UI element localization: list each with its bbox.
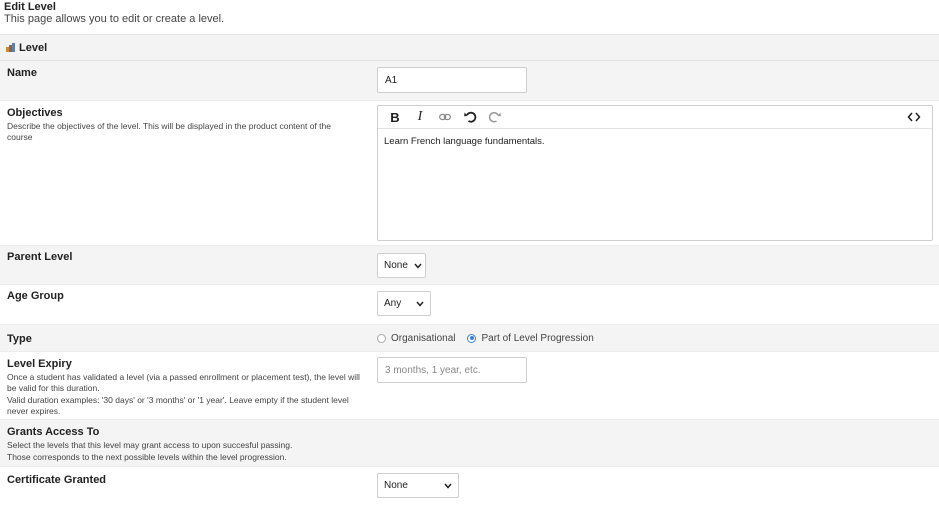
italic-button[interactable]: I xyxy=(409,107,431,127)
redo-icon[interactable] xyxy=(484,107,506,127)
grants-access-label: Grants Access To xyxy=(7,426,100,438)
type-option-label: Part of Level Progression xyxy=(481,332,594,344)
level-form: Level Name A1 Objectives Describe the ob… xyxy=(0,34,939,507)
level-icon xyxy=(6,43,15,52)
type-row: Type Organisational Part of Level Progre… xyxy=(0,325,939,352)
level-expiry-examples: Valid duration examples: '30 days' or '3… xyxy=(7,395,349,416)
age-group-row: Age Group Any xyxy=(0,285,939,325)
certificate-select[interactable]: None xyxy=(377,473,459,498)
undo-icon[interactable] xyxy=(459,107,481,127)
name-input[interactable]: A1 xyxy=(377,67,527,93)
name-label: Name xyxy=(7,67,37,79)
level-expiry-row: Level Expiry Once a student has validate… xyxy=(0,352,939,420)
editor-content[interactable]: Learn French language fundamentals. xyxy=(378,129,932,154)
parent-level-select[interactable]: None xyxy=(377,253,426,278)
parent-level-value: None xyxy=(384,260,408,271)
parent-level-row: Parent Level None xyxy=(0,246,939,285)
type-label: Type xyxy=(7,333,32,345)
objectives-editor[interactable]: B I Learn French language fundamentals. xyxy=(377,105,933,241)
radio-unchecked-icon xyxy=(377,333,386,343)
code-view-icon[interactable] xyxy=(903,107,925,127)
objectives-help: Describe the objectives of the level. Th… xyxy=(7,121,331,142)
chevron-down-icon xyxy=(414,263,422,269)
certificate-value: None xyxy=(384,480,408,491)
type-radio-group: Organisational Part of Level Progression xyxy=(377,325,939,351)
page-subtitle: This page allows you to edit or create a… xyxy=(4,13,225,25)
section-header: Level xyxy=(0,34,939,61)
certificate-label: Certificate Granted xyxy=(7,474,107,486)
radio-checked-icon xyxy=(467,333,477,343)
grants-access-row: Grants Access To Select the levels that … xyxy=(0,420,939,467)
grants-access-help-2: Those corresponds to the next possible l… xyxy=(7,452,287,462)
level-expiry-input[interactable]: 3 months, 1 year, etc. xyxy=(377,357,527,383)
age-group-label: Age Group xyxy=(7,290,64,302)
certificate-row: Certificate Granted None xyxy=(0,467,939,507)
objectives-label: Objectives xyxy=(7,107,63,119)
page-title: Edit Level xyxy=(4,1,56,13)
type-option-label: Organisational xyxy=(391,332,456,344)
page-header: Edit Level This page allows you to edit … xyxy=(0,0,939,34)
name-row: Name A1 xyxy=(0,61,939,101)
type-option-organisational[interactable]: Organisational xyxy=(377,333,455,344)
age-group-select[interactable]: Any xyxy=(377,291,431,316)
chevron-down-icon xyxy=(444,483,452,489)
bold-button[interactable]: B xyxy=(384,107,406,127)
objectives-row: Objectives Describe the objectives of th… xyxy=(0,101,939,246)
age-group-value: Any xyxy=(384,298,402,309)
section-title: Level xyxy=(19,41,48,54)
chevron-down-icon xyxy=(416,301,424,307)
link-icon[interactable] xyxy=(434,107,456,127)
parent-level-label: Parent Level xyxy=(7,251,73,263)
grants-access-help: Select the levels that this level may gr… xyxy=(7,440,293,450)
level-expiry-label: Level Expiry xyxy=(7,358,72,370)
editor-toolbar: B I xyxy=(378,106,932,129)
level-expiry-help: Once a student has validated a level (vi… xyxy=(7,372,360,393)
type-option-level-progression[interactable]: Part of Level Progression xyxy=(467,332,594,344)
